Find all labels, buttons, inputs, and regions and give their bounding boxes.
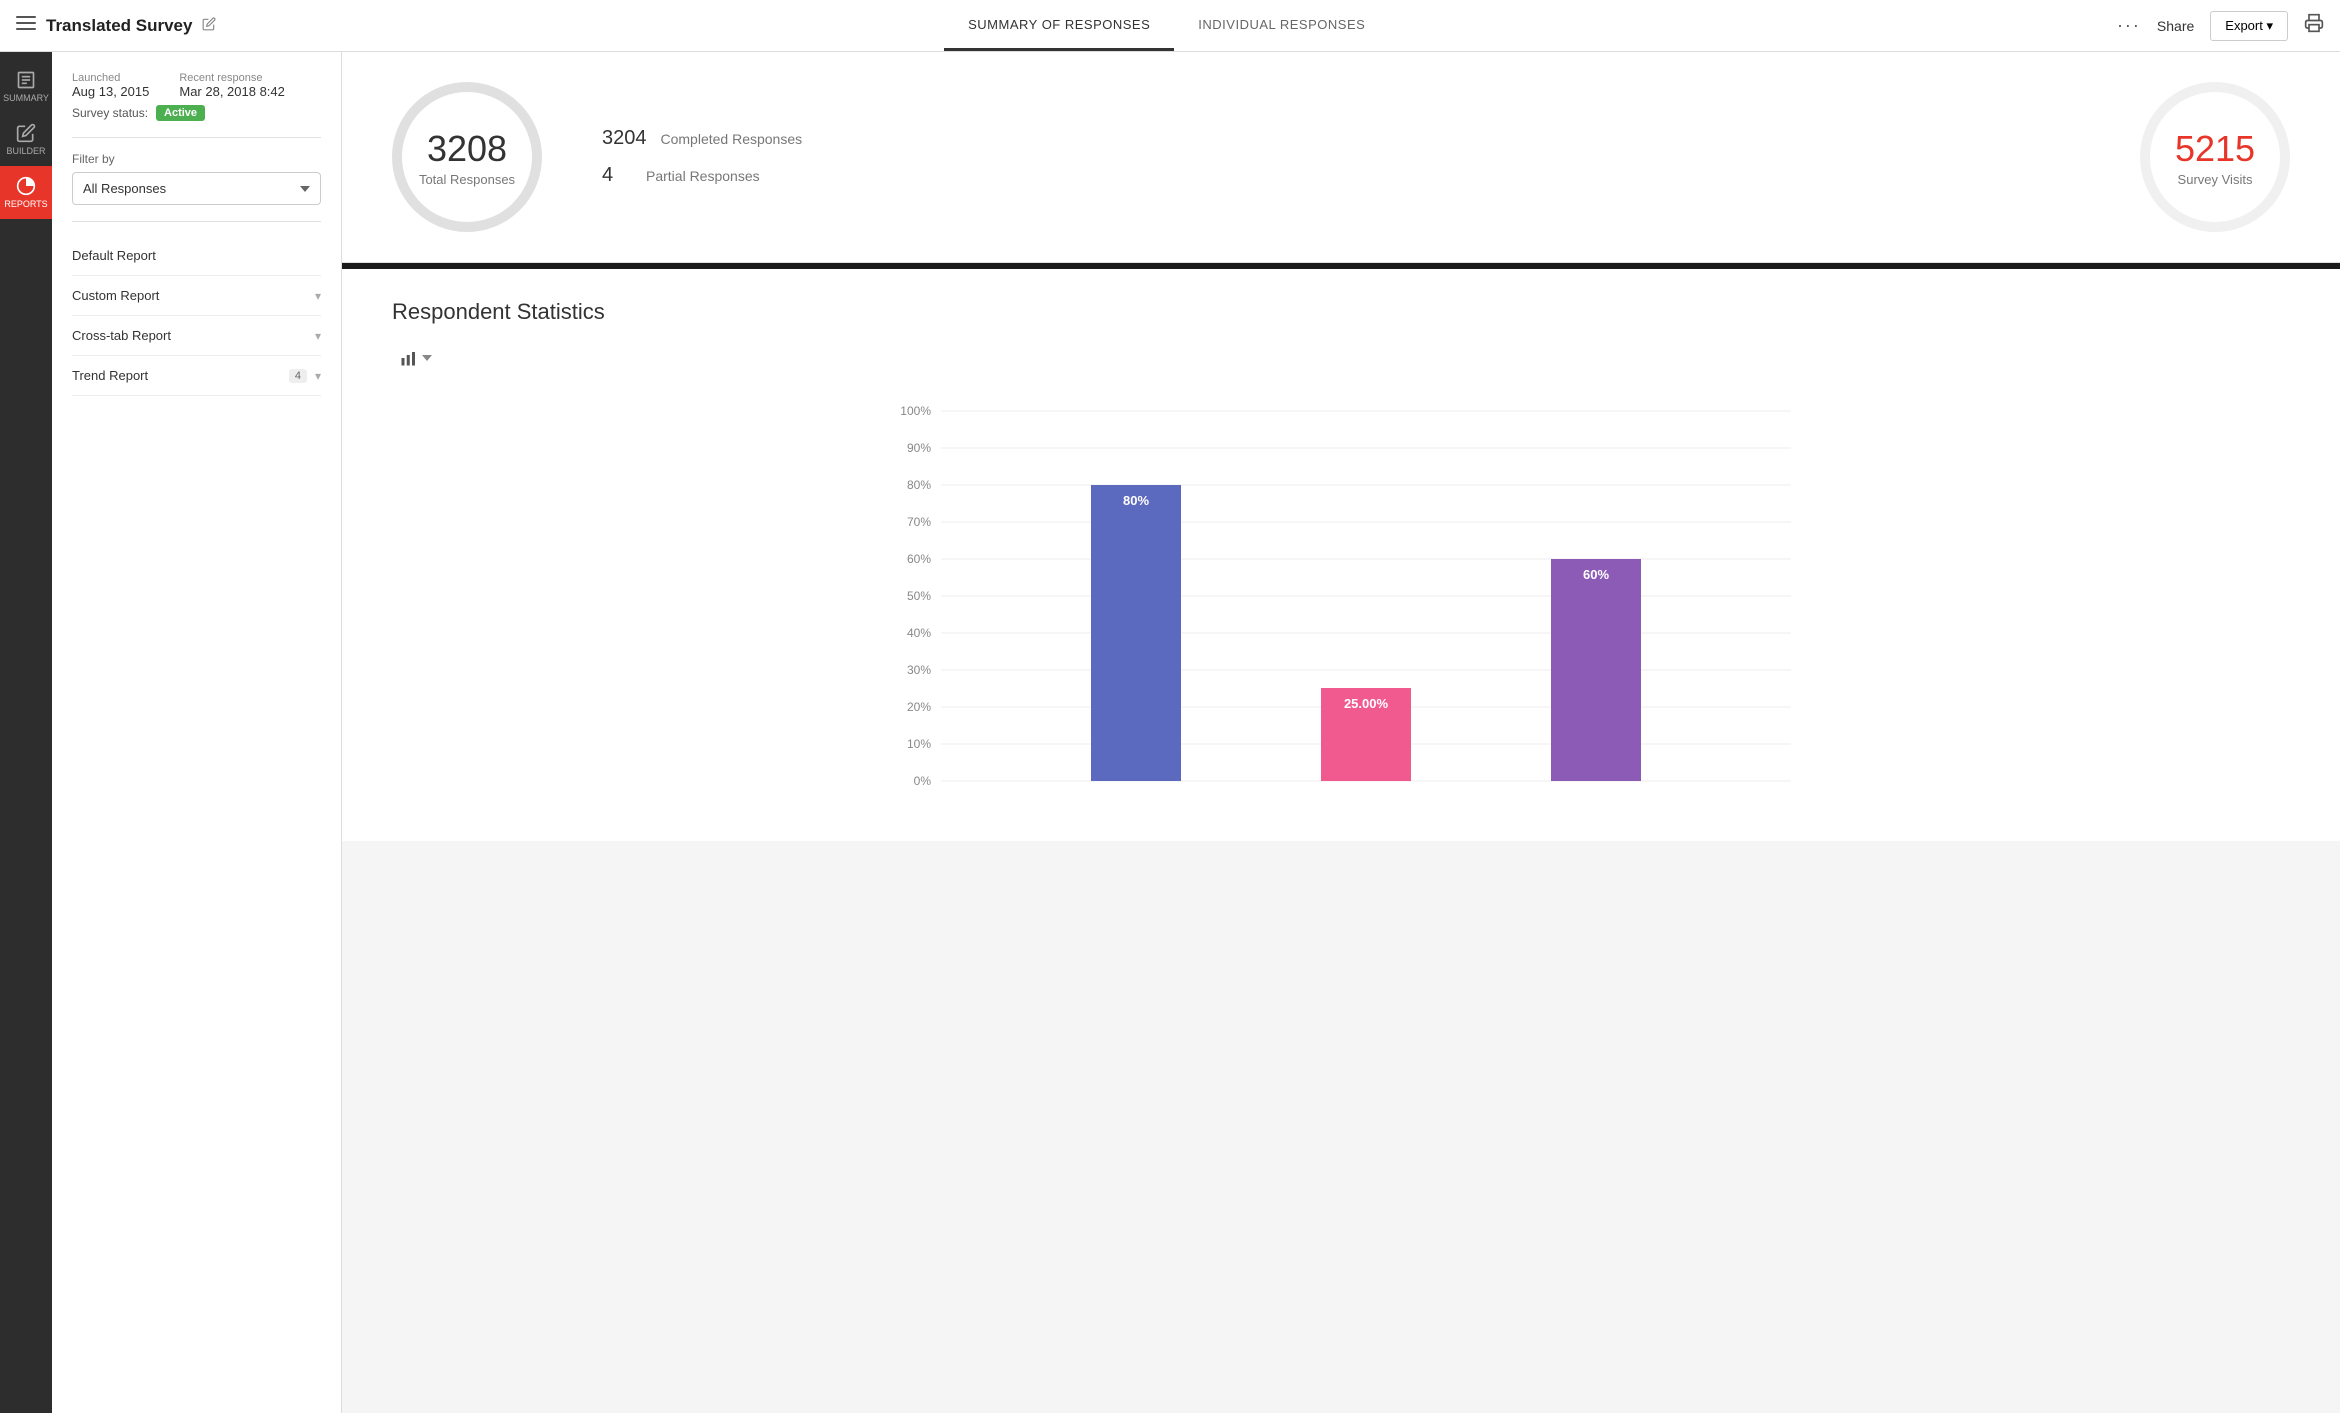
svg-text:100%: 100% — [900, 404, 931, 418]
more-icon[interactable]: ··· — [2117, 15, 2141, 36]
share-button[interactable]: Share — [2157, 18, 2194, 34]
nav-summary[interactable]: SUMMARY — [0, 60, 52, 113]
report-crosstab[interactable]: Cross-tab Report ▾ — [72, 316, 321, 356]
meta-section: Launched Aug 13, 2015 Recent response Ma… — [72, 72, 321, 121]
filter-select[interactable]: All Responses Completed Partial — [72, 172, 321, 205]
chart-type-button[interactable] — [392, 345, 440, 371]
visits-number: 5215 — [2175, 128, 2255, 170]
launched-label: Launched — [72, 72, 149, 84]
tab-individual[interactable]: INDIVIDUAL RESPONSES — [1174, 1, 1389, 51]
tab-summary[interactable]: SUMMARY OF RESPONSES — [944, 1, 1174, 51]
nav-right: ··· Share Export ▾ — [2117, 11, 2324, 41]
svg-text:20%: 20% — [907, 700, 931, 714]
nav-builder-label: BUILDER — [6, 146, 45, 156]
nav-builder[interactable]: BUILDER — [0, 113, 52, 166]
completed-count: 3204 — [602, 127, 647, 150]
top-nav: Translated Survey SUMMARY OF RESPONSES I… — [0, 0, 2340, 52]
completed-label: Completed Responses — [661, 131, 803, 147]
chart-svg: 100% 90% 80% 70% 60% 50% 40% 30% 20% 10%… — [392, 391, 2290, 811]
visits-label: Survey Visits — [2178, 172, 2253, 187]
chevron-custom-icon: ▾ — [315, 289, 321, 303]
svg-text:0%: 0% — [914, 774, 932, 788]
main-content: 3208 Total Responses 3204 Completed Resp… — [342, 52, 2340, 1413]
report-trend[interactable]: Trend Report 4 ▾ — [72, 356, 321, 396]
meta-dates: Launched Aug 13, 2015 Recent response Ma… — [72, 72, 321, 99]
nav-left: Translated Survey — [16, 13, 216, 38]
report-trend-badge: 4 — [289, 369, 307, 383]
recent-value: Mar 28, 2018 8:42 — [179, 84, 285, 99]
svg-text:30%: 30% — [907, 663, 931, 677]
svg-text:80%: 80% — [1123, 493, 1149, 508]
status-text: Survey status: — [72, 106, 148, 120]
total-label: Total Responses — [419, 172, 515, 187]
visits-circle: 5215 Survey Visits — [2140, 82, 2290, 232]
nav-reports-label: REPORTS — [4, 199, 47, 209]
chart-title: Respondent Statistics — [392, 299, 2290, 325]
report-custom[interactable]: Custom Report ▾ — [72, 276, 321, 316]
filter-label: Filter by — [72, 152, 321, 166]
svg-text:90%: 90% — [907, 441, 931, 455]
chart-toolbar — [392, 345, 2290, 371]
bar-purple — [1551, 559, 1641, 781]
menu-icon[interactable] — [16, 13, 36, 38]
svg-text:60%: 60% — [1583, 567, 1609, 582]
svg-text:80%: 80% — [907, 478, 931, 492]
svg-text:10%: 10% — [907, 737, 931, 751]
svg-text:25.00%: 25.00% — [1344, 696, 1389, 711]
icon-nav: SUMMARY BUILDER REPORTS — [0, 52, 52, 1413]
chart-section: Respondent Statistics — [342, 269, 2340, 841]
nav-summary-label: SUMMARY — [3, 93, 49, 103]
export-button[interactable]: Export ▾ — [2210, 11, 2288, 41]
status-badge: Active — [156, 105, 205, 121]
report-trend-right: 4 ▾ — [289, 369, 321, 383]
chevron-trend-icon: ▾ — [315, 369, 321, 383]
report-default[interactable]: Default Report — [72, 236, 321, 276]
partial-label: Partial Responses — [646, 168, 760, 184]
partial-count: 4 — [602, 164, 632, 187]
recent-item: Recent response Mar 28, 2018 8:42 — [179, 72, 285, 99]
nav-tabs: SUMMARY OF RESPONSES INDIVIDUAL RESPONSE… — [216, 1, 2116, 51]
report-default-label: Default Report — [72, 248, 156, 263]
svg-text:50%: 50% — [907, 589, 931, 603]
total-number: 3208 — [427, 128, 507, 170]
survey-title: Translated Survey — [46, 16, 192, 36]
bar-blue — [1091, 485, 1181, 781]
svg-text:60%: 60% — [907, 552, 931, 566]
completed-row: 3204 Completed Responses — [602, 127, 802, 150]
report-custom-label: Custom Report — [72, 288, 159, 303]
main-layout: SUMMARY BUILDER REPORTS Launched Aug 13,… — [0, 52, 2340, 1413]
nav-reports[interactable]: REPORTS — [0, 166, 52, 219]
chart-area: 100% 90% 80% 70% 60% 50% 40% 30% 20% 10%… — [392, 391, 2290, 811]
divider-1 — [72, 137, 321, 138]
svg-text:40%: 40% — [907, 626, 931, 640]
status-row: Survey status: Active — [72, 105, 321, 121]
recent-label: Recent response — [179, 72, 285, 84]
filter-section: Filter by All Responses Completed Partia… — [72, 152, 321, 205]
chevron-crosstab-icon: ▾ — [315, 329, 321, 343]
divider-2 — [72, 221, 321, 222]
launched-value: Aug 13, 2015 — [72, 84, 149, 99]
report-trend-label: Trend Report — [72, 368, 148, 383]
launched-item: Launched Aug 13, 2015 — [72, 72, 149, 99]
response-breakdown: 3204 Completed Responses 4 Partial Respo… — [602, 127, 802, 187]
print-icon[interactable] — [2304, 13, 2324, 38]
left-panel: Launched Aug 13, 2015 Recent response Ma… — [52, 52, 342, 1413]
report-crosstab-label: Cross-tab Report — [72, 328, 171, 343]
svg-text:70%: 70% — [907, 515, 931, 529]
edit-icon[interactable] — [202, 17, 216, 34]
partial-row: 4 Partial Responses — [602, 164, 802, 187]
stats-header: 3208 Total Responses 3204 Completed Resp… — [342, 52, 2340, 263]
total-circle: 3208 Total Responses — [392, 82, 542, 232]
